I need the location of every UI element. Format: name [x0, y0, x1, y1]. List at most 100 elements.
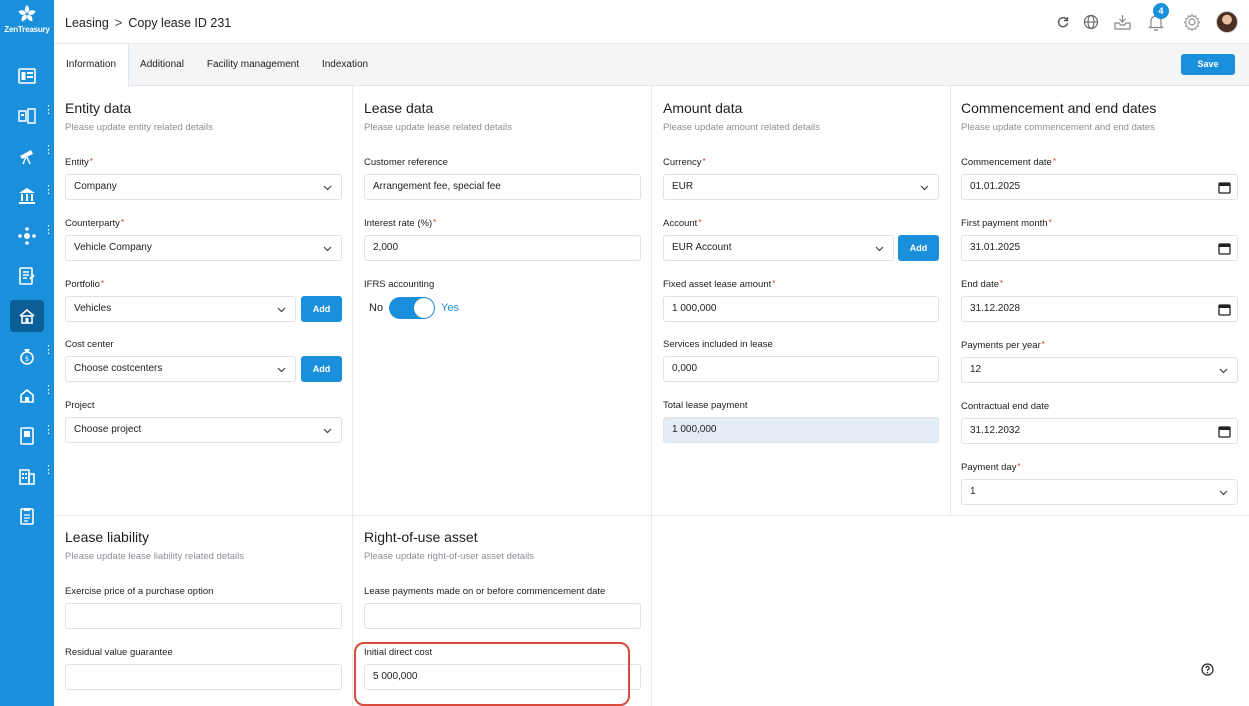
sidebar-item-leasing[interactable]	[10, 300, 44, 332]
sidebar-item-companies[interactable]: ⋮	[10, 460, 54, 492]
lease-data-subtitle: Please update lease related details	[364, 122, 512, 133]
more-icon[interactable]: ⋮	[43, 225, 54, 236]
tab-indexation[interactable]: Indexation	[313, 44, 377, 86]
help-button[interactable]	[1201, 663, 1214, 679]
commencement-date-label: Commencement date*	[961, 157, 1056, 168]
sidebar-item-real-estate[interactable]: ⋮	[10, 380, 54, 412]
fixed-asset-lease-amount-input[interactable]: 1 000,000	[663, 296, 939, 322]
column-divider	[950, 86, 951, 516]
portfolio-select[interactable]: Vehicles	[65, 296, 296, 322]
more-icon[interactable]: ⋮	[43, 105, 54, 116]
more-icon[interactable]: ⋮	[43, 145, 54, 156]
inbox-download-icon	[1113, 15, 1131, 30]
sidebar-item-payments[interactable]: ⋮	[10, 220, 54, 252]
payment-day-select[interactable]: 1	[961, 479, 1238, 505]
services-included-input[interactable]: 0,000	[663, 356, 939, 382]
money-bag-icon: $	[20, 349, 34, 365]
more-icon[interactable]: ⋮	[43, 345, 54, 356]
breadcrumb-current: Copy lease ID 231	[128, 15, 232, 30]
save-button[interactable]: Save	[1181, 54, 1235, 75]
calendar-icon[interactable]	[1218, 425, 1231, 438]
sidebar: ZenTreasury ⋮ ⋮ ⋮ ⋮ $ ⋮ ⋮ ⋮ ⋮	[0, 0, 54, 706]
tab-information[interactable]: Information	[54, 44, 129, 87]
logo-icon	[18, 5, 36, 22]
sidebar-item-dashboard[interactable]	[10, 60, 44, 92]
ifrs-no-label: No	[369, 302, 384, 314]
exercise-price-input[interactable]	[65, 603, 342, 629]
gear-icon	[1183, 13, 1201, 31]
more-icon[interactable]: ⋮	[43, 385, 54, 396]
lease-data-title: Lease data	[364, 100, 434, 116]
sidebar-item-forecast[interactable]: ⋮	[10, 140, 54, 172]
contractual-end-date-input[interactable]: 31.12.2032	[961, 418, 1238, 444]
dates-title: Commencement and end dates	[961, 100, 1157, 116]
more-icon[interactable]: ⋮	[43, 425, 54, 436]
project-label: Project	[65, 400, 95, 411]
sidebar-item-reports[interactable]	[10, 260, 44, 292]
row-divider	[54, 515, 1249, 516]
customer-reference-input[interactable]: Arrangement fee, special fee	[364, 174, 641, 200]
account-select[interactable]: EUR Account	[663, 235, 894, 261]
sidebar-item-documents[interactable]: ⋮	[10, 420, 54, 452]
language-button[interactable]	[1081, 12, 1101, 32]
fixed-asset-lease-amount-label: Fixed asset lease amount*	[663, 279, 776, 290]
interest-rate-label: Interest rate (%)*	[364, 218, 437, 229]
leasing-icon	[19, 308, 35, 324]
column-divider	[651, 86, 652, 706]
currency-select[interactable]: EUR	[663, 174, 939, 200]
sidebar-item-transactions[interactable]: ⋮	[10, 100, 54, 132]
add-portfolio-button[interactable]: Add	[301, 296, 342, 322]
avatar[interactable]	[1216, 11, 1238, 33]
end-date-label: End date*	[961, 279, 1004, 290]
more-icon[interactable]: ⋮	[43, 465, 54, 476]
counterparty-select[interactable]: Vehicle Company	[65, 235, 342, 261]
settings-button[interactable]	[1182, 12, 1202, 32]
first-payment-month-label: First payment month*	[961, 218, 1052, 229]
contractual-end-date-label: Contractual end date	[961, 401, 1050, 412]
refresh-button[interactable]	[1053, 12, 1073, 32]
calendar-icon[interactable]	[1218, 242, 1231, 255]
lease-payments-before-input[interactable]	[364, 603, 641, 629]
sidebar-item-bank[interactable]: ⋮	[10, 180, 54, 212]
globe-icon	[1083, 14, 1099, 30]
ifrs-accounting-toggle[interactable]	[389, 297, 435, 319]
services-included-label: Services included in lease	[663, 339, 773, 350]
clipboard-icon	[20, 508, 34, 525]
end-date-input[interactable]: 31.12.2028	[961, 296, 1238, 322]
refresh-icon	[1057, 17, 1069, 28]
add-cost-center-button[interactable]: Add	[301, 356, 342, 382]
app-logo[interactable]: ZenTreasury	[0, 4, 54, 34]
breadcrumb-parent[interactable]: Leasing	[65, 16, 109, 30]
commencement-date-input[interactable]: 01.01.2025	[961, 174, 1238, 200]
sidebar-item-funding[interactable]: $ ⋮	[10, 340, 54, 372]
portfolio-label: Portfolio*	[65, 279, 104, 290]
calendar-icon[interactable]	[1218, 181, 1231, 194]
residual-value-guarantee-input[interactable]	[65, 664, 342, 690]
more-icon[interactable]: ⋮	[43, 185, 54, 196]
cost-center-select[interactable]: Choose costcenters	[65, 356, 296, 382]
breadcrumb: Leasing > Copy lease ID 231	[65, 15, 231, 30]
sidebar-item-tasks[interactable]	[10, 500, 44, 532]
toggle-knob	[414, 298, 434, 318]
lease-liability-title: Lease liability	[65, 529, 150, 545]
bank-icon	[19, 188, 35, 204]
calendar-icon[interactable]	[1218, 303, 1231, 316]
dashboard-icon	[18, 68, 36, 84]
counterparty-label: Counterparty*	[65, 218, 125, 229]
chevron-down-icon	[875, 246, 884, 252]
amount-data-title: Amount data	[663, 100, 743, 116]
inbox-button[interactable]	[1112, 12, 1132, 32]
entity-select[interactable]: Company	[65, 174, 342, 200]
network-icon	[18, 227, 36, 245]
interest-rate-input[interactable]: 2,000	[364, 235, 641, 261]
add-account-button[interactable]: Add	[898, 235, 939, 261]
currency-label: Currency*	[663, 157, 706, 168]
first-payment-month-input[interactable]: 31.01.2025	[961, 235, 1238, 261]
project-select[interactable]: Choose project	[65, 417, 342, 443]
tab-additional[interactable]: Additional	[130, 44, 194, 86]
payments-per-year-select[interactable]: 12	[961, 357, 1238, 383]
tab-facility-management[interactable]: Facility management	[196, 44, 310, 86]
residual-value-guarantee-label: Residual value guarantee	[65, 647, 173, 658]
total-lease-payment-field: 1 000,000	[663, 417, 939, 443]
right-of-use-asset-title: Right-of-use asset	[364, 529, 478, 545]
